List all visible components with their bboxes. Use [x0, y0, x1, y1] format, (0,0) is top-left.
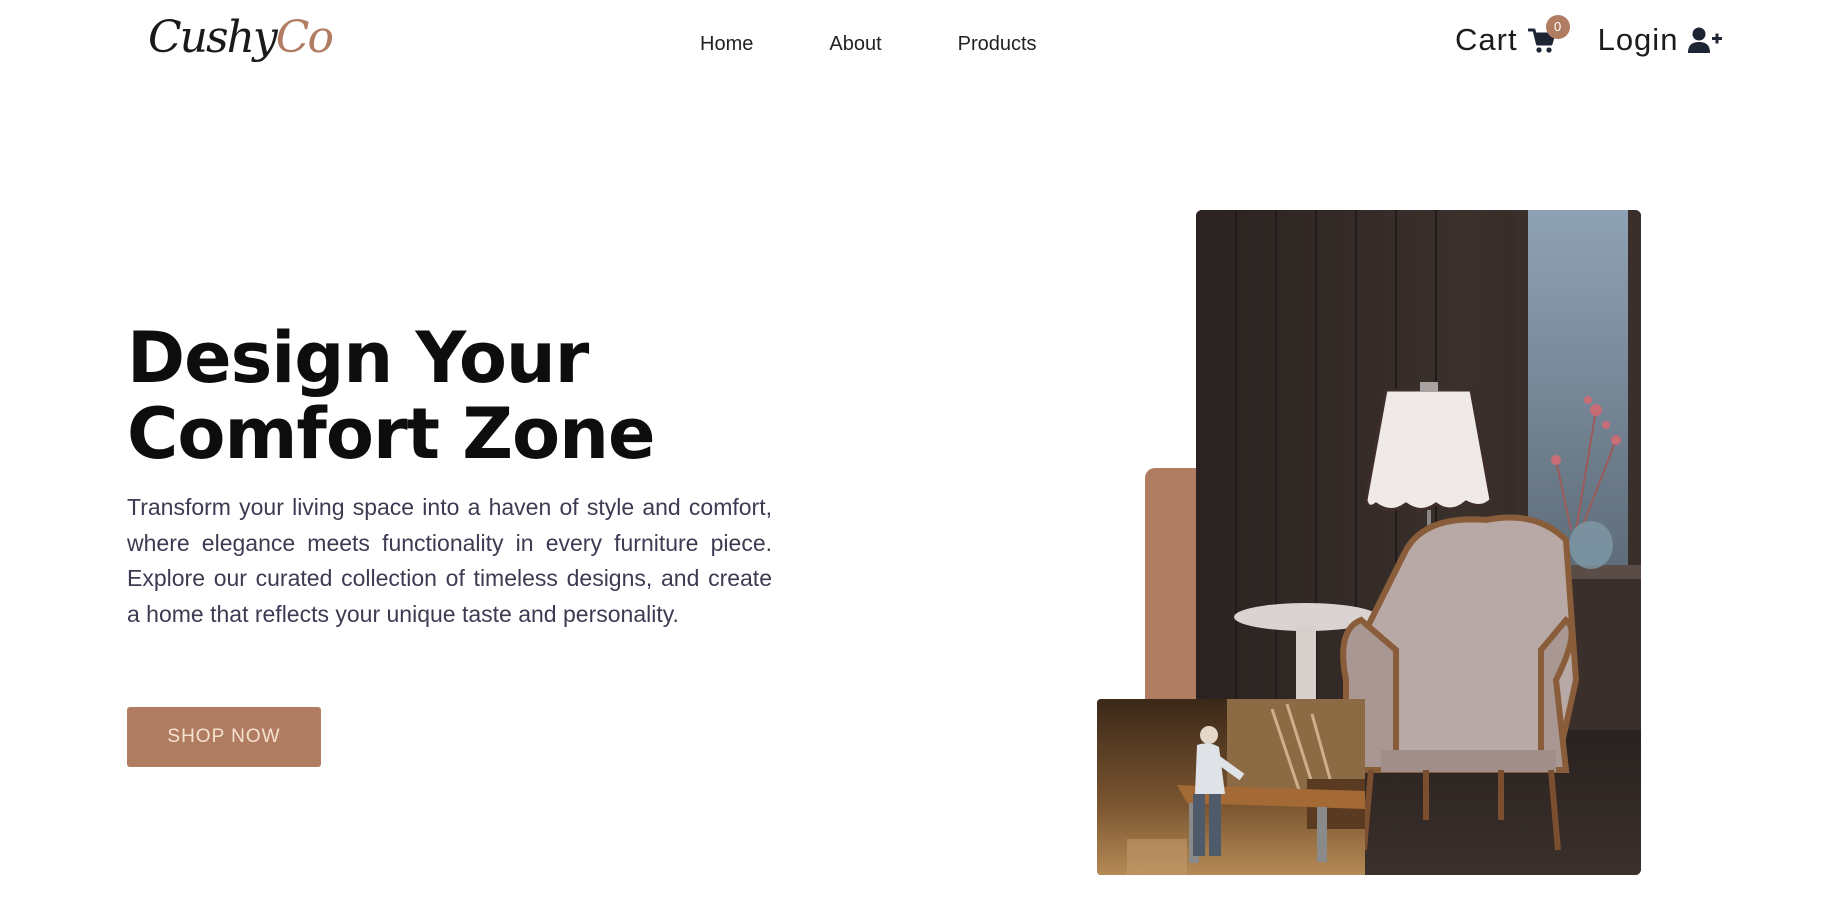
brand-logo[interactable]: CushyCo [148, 8, 334, 68]
main-nav: Home About Products [700, 32, 1037, 56]
hero-description: Transform your living space into a haven… [127, 494, 772, 627]
login-button[interactable]: Login [1598, 20, 1723, 60]
hero-title: Design Your Comfort Zone [127, 317, 655, 475]
nav-link-home[interactable]: Home [700, 32, 753, 56]
cart-label: Cart [1455, 22, 1518, 57]
hero-title-line-2: Comfort Zone [127, 393, 655, 475]
shop-now-button[interactable]: SHOP NOW [127, 707, 321, 767]
nav-actions: Cart 0 Login [1455, 15, 1723, 60]
logo-text-primary: Cushy [148, 12, 278, 63]
top-navbar: CushyCo Home About Products Cart 0 Login [0, 0, 1843, 90]
hero-title-line-1: Design Your [127, 317, 589, 399]
nav-link-products[interactable]: Products [958, 32, 1037, 56]
cart-count-badge: 0 [1545, 15, 1570, 39]
carpenter-workshop-photo [1097, 699, 1365, 875]
cart-icon-wrapper: 0 [1527, 15, 1570, 55]
logo-text-accent: Co [275, 12, 334, 63]
user-plus-icon [1688, 27, 1723, 53]
login-label: Login [1597, 22, 1679, 57]
cart-button[interactable]: Cart 0 [1455, 15, 1570, 60]
nav-link-about[interactable]: About [829, 32, 881, 56]
page: CushyCo Home About Products Cart 0 Login… [0, 0, 1843, 920]
